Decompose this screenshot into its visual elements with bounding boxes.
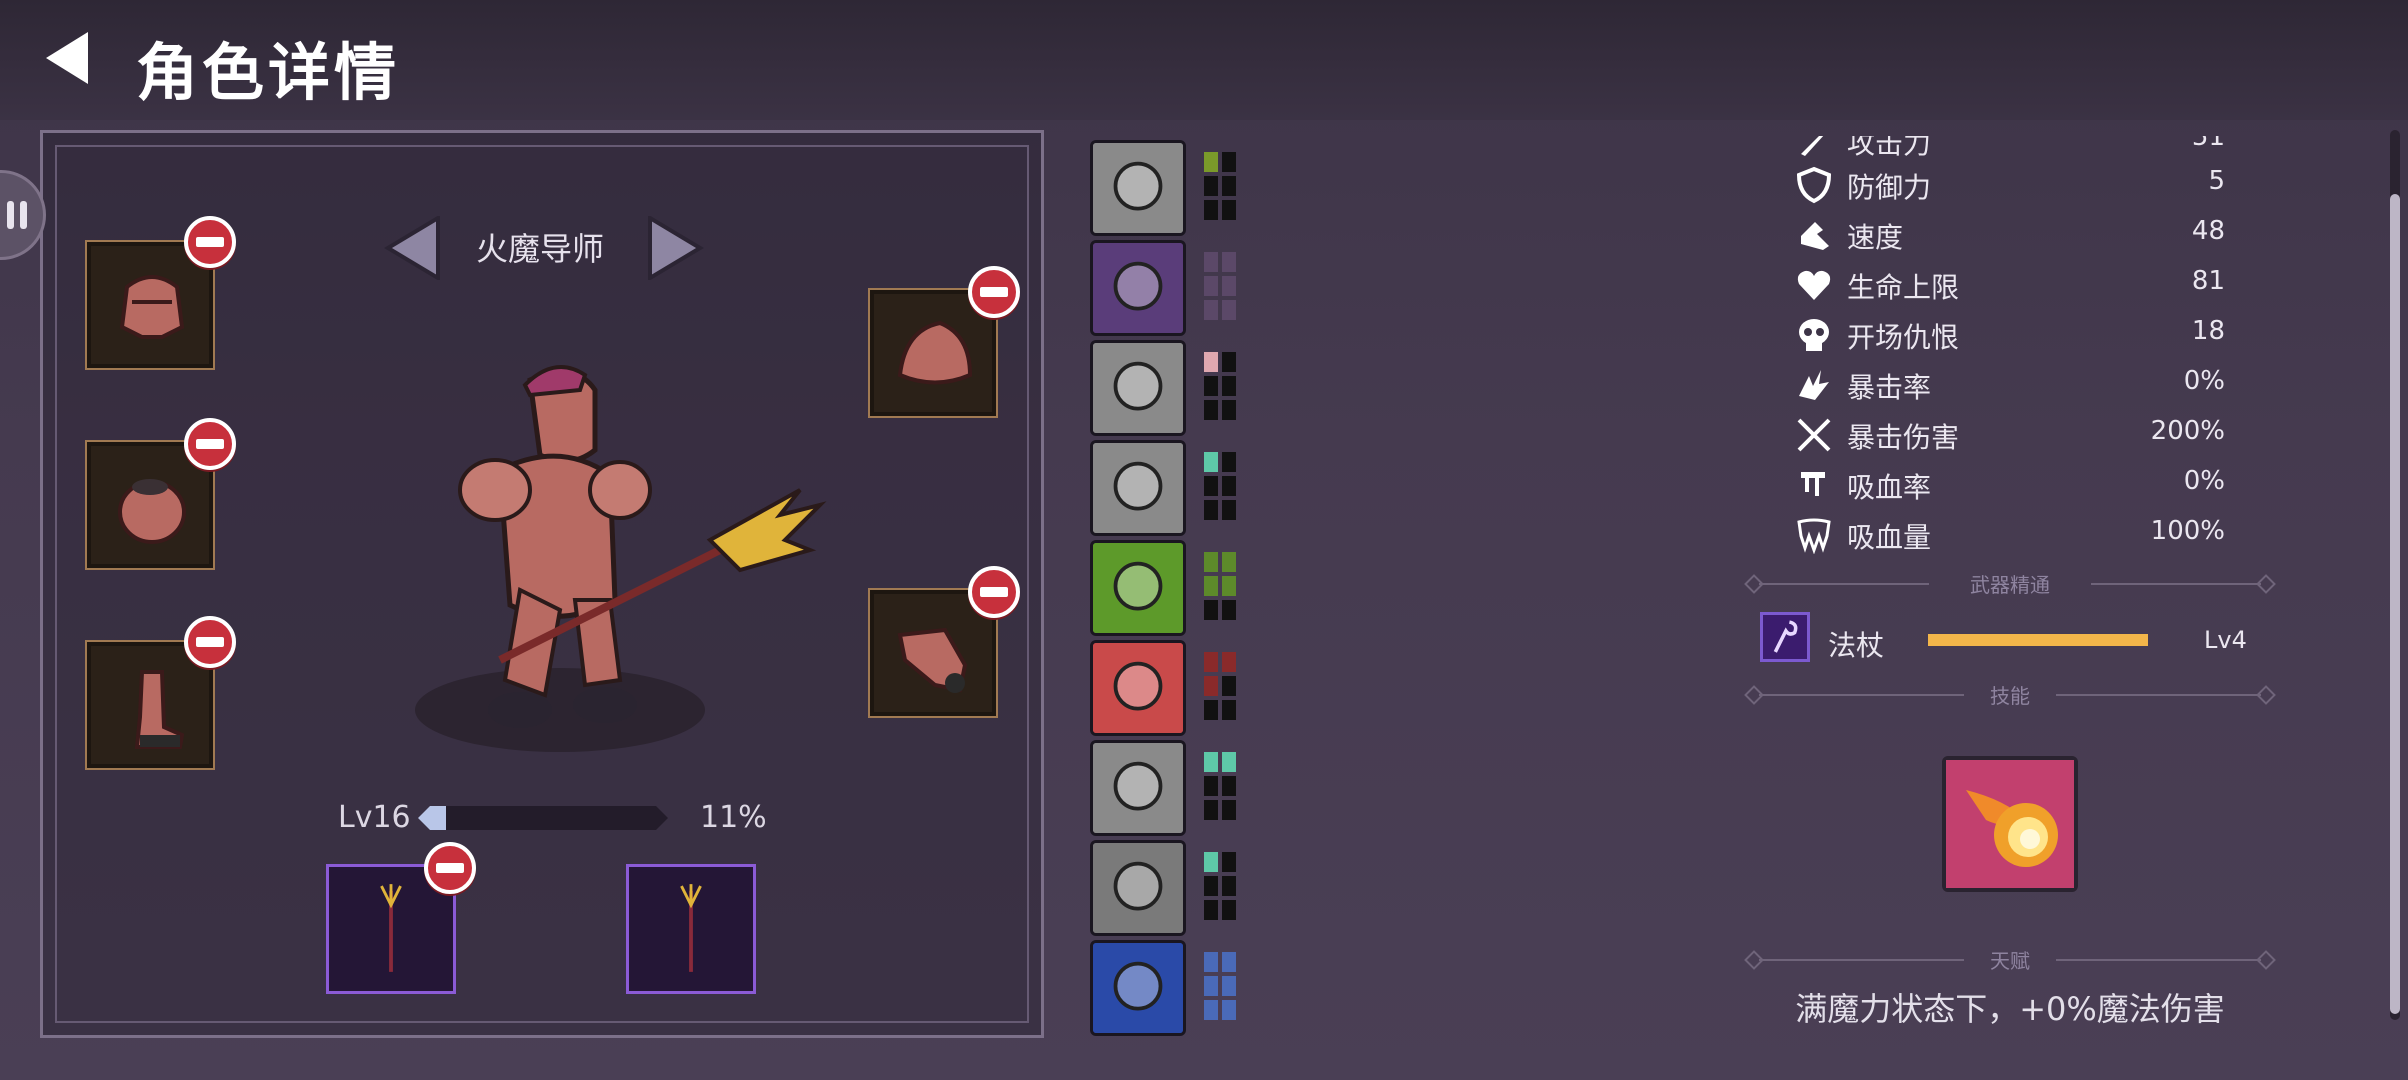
boot-icon xyxy=(134,670,185,749)
skull-icon xyxy=(1799,319,1829,351)
sword-icon xyxy=(1801,136,1824,156)
fist-icon[interactable] xyxy=(1090,940,1186,1036)
stats-scrollbar[interactable] xyxy=(2390,130,2400,1020)
stat-row-defense: 防御力 5 xyxy=(1795,162,2225,208)
helmet-icon xyxy=(119,275,185,339)
remove-helmet-button[interactable] xyxy=(184,216,236,268)
stat-row-crit-damage: 暴击伤害 200% xyxy=(1795,412,2225,458)
trait-pips xyxy=(1204,152,1236,220)
page-title: 角色详情 xyxy=(136,36,401,109)
arrow-right-icon xyxy=(648,214,704,282)
scrollbar-thumb[interactable] xyxy=(2390,194,2400,1014)
shield-icon xyxy=(1796,166,1832,204)
viking-helmet-icon[interactable] xyxy=(1090,540,1186,636)
prev-class-button[interactable] xyxy=(384,214,444,282)
mastery-level: Lv4 xyxy=(2204,626,2247,654)
remove-boots-button[interactable] xyxy=(184,616,236,668)
remove-weapon-button[interactable] xyxy=(424,842,476,894)
stat-row-lifesteal-amount: 吸血量 100% xyxy=(1795,512,2225,558)
next-class-button[interactable] xyxy=(644,214,704,282)
trait-pips xyxy=(1204,652,1236,720)
remove-shoulder-button[interactable] xyxy=(968,266,1020,318)
xp-percent: 11% xyxy=(700,800,767,835)
crossed-swords-icon xyxy=(1797,418,1831,452)
angry-face-icon[interactable] xyxy=(1090,740,1186,836)
dagger-icon[interactable] xyxy=(1090,340,1186,436)
gauntlet-icon xyxy=(897,627,968,693)
stat-row-attack: 攻击力 51 xyxy=(1795,136,2225,164)
remove-gloves-button[interactable] xyxy=(968,566,1020,618)
strong-arm-icon[interactable] xyxy=(1090,140,1186,236)
xp-progress-bar xyxy=(418,806,668,830)
trait-pips xyxy=(1204,752,1236,820)
stat-row-max-hp: 生命上限 81 xyxy=(1795,262,2225,308)
mastery-progress-bar xyxy=(1928,634,2148,646)
back-button[interactable] xyxy=(40,28,96,88)
stat-row-speed: 速度 48 xyxy=(1795,212,2225,258)
back-arrow-icon xyxy=(46,32,88,84)
blood-drip-icon xyxy=(1801,472,1825,496)
hooded-figure-icon[interactable] xyxy=(1090,840,1186,936)
sword-icon[interactable] xyxy=(1090,640,1186,736)
weapon-slot-secondary[interactable] xyxy=(626,864,756,994)
trait-pips xyxy=(1204,552,1236,620)
stat-row-crit-rate: 暴击率 0% xyxy=(1795,362,2225,408)
ghost-icon[interactable] xyxy=(1090,240,1186,336)
character-portrait xyxy=(415,365,827,752)
eye-icon[interactable] xyxy=(1090,440,1186,536)
talent-description: 满魔力状态下，+0%魔法伤害 xyxy=(1795,990,2225,1028)
crit-icon xyxy=(1799,370,1829,400)
fangs-icon xyxy=(1797,518,1831,554)
staff-icon xyxy=(1760,612,1810,662)
pause-icon xyxy=(7,201,33,231)
weapon-mastery-divider: 武器精通 xyxy=(1744,569,2276,599)
class-name: 火魔导师 xyxy=(475,230,604,268)
remove-armor-button[interactable] xyxy=(184,418,236,470)
skills-divider: 技能 xyxy=(1744,680,2276,710)
boot-icon xyxy=(1801,222,1829,250)
skill-fireball-button[interactable] xyxy=(1942,756,2078,892)
shoulder-armor-icon xyxy=(897,320,973,385)
trait-pips xyxy=(1204,852,1236,920)
trait-pips xyxy=(1204,352,1236,420)
trident-icon xyxy=(680,884,702,972)
trait-pips xyxy=(1204,252,1236,320)
chest-armor-icon xyxy=(118,479,186,544)
stat-row-lifesteal-rate: 吸血率 0% xyxy=(1795,462,2225,508)
mastery-weapon-name: 法杖 xyxy=(1828,629,1885,662)
stat-row-aggro: 开场仇恨 18 xyxy=(1795,312,2225,358)
level-label: Lv16 xyxy=(338,800,411,835)
trait-pips xyxy=(1204,952,1236,1020)
arrow-left-icon xyxy=(384,214,440,282)
fireball-icon xyxy=(1946,760,2074,888)
header-bar: 角色详情 xyxy=(0,0,2408,120)
heart-icon xyxy=(1797,270,1831,300)
trait-pips xyxy=(1204,452,1236,520)
talent-divider: 天赋 xyxy=(1744,945,2276,975)
